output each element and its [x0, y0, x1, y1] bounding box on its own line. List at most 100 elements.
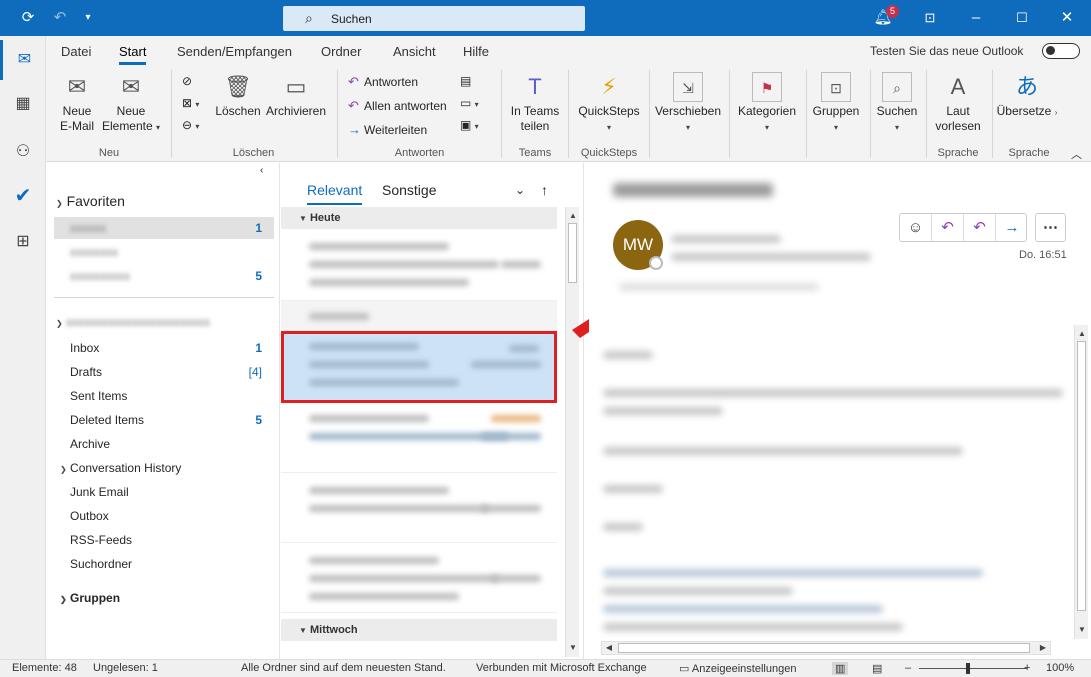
favorite-item[interactable]: xxxxxxxxxx 5 [70, 267, 270, 285]
folder-junk[interactable]: Junk Email [70, 483, 270, 501]
undo-icon[interactable]: ↶ [50, 8, 70, 28]
tab-start[interactable]: Start [119, 44, 147, 65]
folder-conversation-history[interactable]: ❯ Conversation History [60, 459, 260, 477]
zoom-out-icon[interactable]: – [905, 662, 911, 674]
delete-button[interactable]: 🗑︎ Löschen [214, 72, 262, 119]
list-item[interactable] [281, 231, 557, 301]
people-icon[interactable]: ⚇ [0, 132, 46, 172]
maximize-icon[interactable]: ☐ [1012, 8, 1032, 28]
mail-icon[interactable]: ✉ [0, 40, 46, 80]
quicksteps-button[interactable]: ⚡︎ QuickSteps ▾ [574, 72, 644, 135]
ribbon: ✉ Neue E-Mail ✉ Neue Elemente ▾ Neu ⊘ ⊠ … [46, 66, 1091, 162]
zoom-level: 100% [1046, 662, 1075, 674]
search-box[interactable]: ⌕ Suchen [283, 6, 585, 31]
collapse-pane-icon[interactable]: ‹ [260, 165, 263, 176]
zoom-slider-thumb[interactable] [966, 663, 970, 674]
translate-icon: あ [1015, 74, 1038, 99]
tab-other[interactable]: Sonstige [382, 182, 436, 198]
zoom-slider[interactable] [919, 668, 1027, 669]
customize-icon[interactable]: ▾ [78, 8, 98, 28]
more-respond-icon[interactable]: ▣ ▾ [460, 118, 479, 132]
junk-icon[interactable]: ⊖ ▾ [182, 118, 199, 132]
new-outlook-toggle[interactable] [1042, 43, 1080, 59]
minimize-icon[interactable]: – [966, 8, 986, 28]
todo-icon[interactable]: ✔ [0, 176, 46, 216]
collapse-ribbon-icon[interactable]: ︿ [1071, 146, 1082, 162]
sort-arrow-icon[interactable]: ↑ [541, 182, 548, 198]
sync-icon[interactable]: ⟳ [18, 8, 38, 28]
reading-hscrollbar[interactable]: ◀ ▶ [601, 641, 1051, 655]
translate-button[interactable]: あ Übersetze › [996, 72, 1058, 120]
folder-archive[interactable]: Archive [70, 435, 270, 453]
reply-all-icon[interactable]: ↶ [964, 214, 996, 241]
filter-chevron-icon[interactable]: ⌄ [515, 183, 525, 197]
group-label-teams: Teams [518, 147, 552, 159]
folder-outbox[interactable]: Outbox [70, 507, 270, 525]
list-item[interactable] [281, 301, 557, 331]
archive-button[interactable]: ▭ Archivieren [264, 72, 328, 119]
tab-ordner[interactable]: Ordner [321, 44, 361, 59]
highlight-box [281, 331, 557, 403]
list-item[interactable] [281, 543, 557, 613]
archive-icon: ▭ [285, 74, 307, 99]
group-label-new: Neu [98, 147, 120, 159]
reading-scrollbar[interactable]: ▲ ▼ [1074, 325, 1088, 639]
tab-relevant[interactable]: Relevant [307, 182, 363, 205]
meeting-icon[interactable]: ▤ [460, 74, 471, 88]
share-teams-button[interactable]: T In Teams teilen [507, 72, 563, 134]
group-label-delete: Löschen [232, 147, 275, 159]
tab-senden-empfangen[interactable]: Senden/Empfangen [177, 44, 292, 59]
group-wednesday[interactable]: ▼ Mittwoch [281, 619, 557, 641]
display-settings-button[interactable]: ▭ Anzeigeeinstellungen [679, 662, 796, 675]
reply-all-button[interactable]: ↶ Allen antworten [348, 98, 447, 114]
list-item[interactable] [281, 403, 557, 473]
teams-icon: T [528, 74, 542, 99]
folder-sent[interactable]: Sent Items [70, 387, 270, 405]
favorite-item[interactable]: xxxxxx 1 [70, 219, 270, 237]
folder-deleted[interactable]: Deleted Items 5 [70, 411, 270, 429]
forward-button[interactable]: → Weiterleiten [348, 122, 427, 137]
account-header[interactable]: ❯ xxxxxxxxxxxxxxxxxxxxxxxx [56, 315, 210, 329]
reply-all-icon: ↶ [348, 98, 359, 113]
ribbon-display-icon[interactable]: ⊡ [920, 8, 940, 28]
apps-icon[interactable]: ⊞ [0, 222, 46, 262]
status-exchange: Verbunden mit Microsoft Exchange [476, 662, 647, 674]
read-aloud-button[interactable]: A Laut vorlesen [930, 72, 986, 134]
expand-icon: ❯ [60, 465, 67, 474]
reply-button[interactable]: ↶ Antworten [348, 74, 418, 90]
favorites-header[interactable]: ❯ Favoriten [56, 193, 125, 209]
categories-button[interactable]: ⚑ Kategorien ▾ [734, 72, 800, 135]
ignore-icon[interactable]: ⊘ [182, 74, 192, 88]
reading-view-icon[interactable]: ▤ [872, 662, 882, 675]
action-buttons: ☺ ↶ ↶ → [899, 213, 1027, 242]
folder-drafts[interactable]: Drafts [4] [70, 363, 270, 381]
tab-ansicht[interactable]: Ansicht [393, 44, 436, 59]
group-label-speech: Sprache [937, 147, 979, 159]
zoom-in-icon[interactable]: + [1024, 662, 1030, 674]
presence-icon [649, 256, 663, 270]
folder-inbox[interactable]: Inbox 1 [70, 339, 270, 357]
new-email-button[interactable]: ✉ Neue E-Mail [54, 72, 100, 134]
normal-view-icon[interactable]: ▥ [832, 662, 849, 675]
groups-header[interactable]: ❯ Gruppen [60, 589, 260, 607]
group-today[interactable]: ▼ Heute [281, 207, 557, 229]
cleanup-icon[interactable]: ⊠ ▾ [182, 96, 199, 110]
reply-icon[interactable]: ↶ [932, 214, 964, 241]
new-items-button[interactable]: ✉ Neue Elemente ▾ [101, 72, 161, 135]
reply-icon: ↶ [348, 74, 359, 89]
tab-datei[interactable]: Datei [61, 44, 91, 59]
favorite-item[interactable]: xxxxxxxx [70, 243, 270, 261]
more-actions-icon[interactable]: ⋯ [1035, 213, 1066, 242]
im-icon[interactable]: ▭ ▾ [460, 96, 479, 110]
folder-rss[interactable]: RSS-Feeds [70, 531, 270, 549]
groups-button[interactable]: ⊡ Gruppen ▾ [810, 72, 862, 135]
move-button[interactable]: ⇲ Verschieben ▾ [653, 72, 723, 135]
folder-search[interactable]: Suchordner [70, 555, 270, 573]
list-item[interactable] [281, 473, 557, 543]
close-icon[interactable]: ✕ [1057, 8, 1077, 28]
calendar-icon[interactable]: ▦ [0, 84, 46, 124]
forward-icon[interactable]: → [996, 214, 1028, 241]
tab-hilfe[interactable]: Hilfe [463, 44, 489, 59]
search-ribbon-button[interactable]: ⌕ Suchen ▾ [874, 72, 920, 135]
emoji-icon[interactable]: ☺ [900, 214, 932, 241]
